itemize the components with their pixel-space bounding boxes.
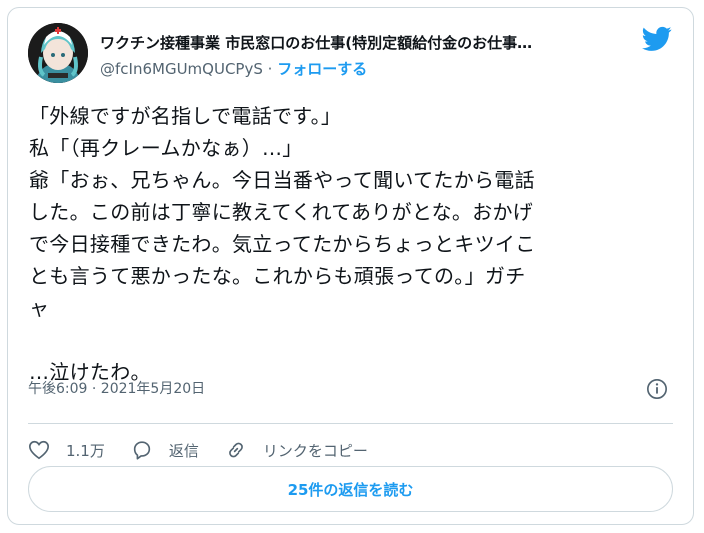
reply-button[interactable]: 返信 [131, 439, 199, 461]
tweet-text: 「外線ですが名指しで電話です。」 私「（再クレームかなぁ）…」 爺「おぉ、兄ちゃ… [29, 104, 536, 384]
avatar[interactable] [28, 23, 88, 83]
author-handle[interactable]: @fcIn6MGUmQUCPyS [100, 60, 263, 78]
action-bar: 1.1万 返信 リンクをコピー [28, 430, 394, 470]
link-icon [228, 442, 243, 458]
copy-link-button[interactable]: リンクをコピー [225, 439, 368, 461]
twitter-bird-icon[interactable] [642, 26, 672, 52]
tweet-timestamp[interactable]: 午後6:09 · 2021年5月20日 [28, 378, 205, 398]
follow-button[interactable]: フォローする [277, 60, 367, 78]
reply-label: 返信 [168, 441, 199, 460]
divider [28, 423, 673, 424]
info-icon[interactable] [646, 378, 668, 400]
handle-separator: · [267, 60, 273, 78]
tweet-card: ワクチン接種事業 市民窓口のお仕事(特別定額給付金のお仕事… @fcIn6MGU… [7, 7, 694, 525]
author-name[interactable]: ワクチン接種事業 市民窓口のお仕事(特別定額給付金のお仕事… [100, 32, 640, 53]
copy-link-label: リンクをコピー [262, 441, 368, 460]
like-button[interactable]: 1.1万 [28, 439, 105, 461]
heart-icon [29, 440, 49, 460]
read-replies-button[interactable]: 25件の返信を読む [28, 466, 673, 512]
author-meta: @fcIn6MGUmQUCPyS · フォローする [100, 58, 367, 79]
speech-bubble-icon [133, 441, 151, 460]
like-count: 1.1万 [66, 441, 105, 460]
avatar-image [28, 23, 88, 83]
